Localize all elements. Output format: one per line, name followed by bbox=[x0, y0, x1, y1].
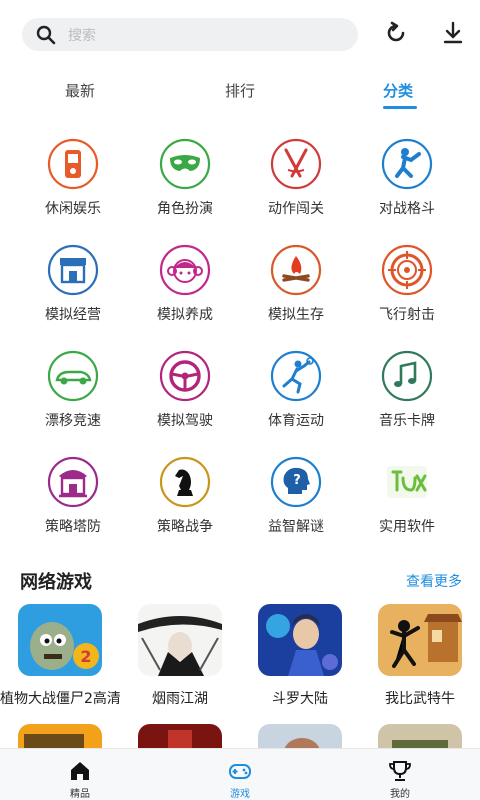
category-label: 动作闯关 bbox=[268, 201, 324, 217]
girl-face-icon bbox=[159, 244, 211, 296]
category-label: 体育运动 bbox=[268, 413, 324, 429]
category-label: 模拟养成 bbox=[157, 307, 213, 323]
game-thumbnail bbox=[258, 604, 342, 676]
tab-category[interactable]: 分类 bbox=[383, 80, 413, 101]
bottom-navigation: 精品 游戏 我的 bbox=[0, 748, 480, 800]
campfire-icon bbox=[270, 244, 322, 296]
category-casual[interactable]: 休闲娱乐 bbox=[18, 128, 128, 228]
category-label: 策略战争 bbox=[157, 519, 213, 535]
game-card[interactable]: 烟雨江湖 bbox=[120, 604, 240, 714]
tab-latest[interactable]: 最新 bbox=[65, 80, 95, 101]
category-label: 休闲娱乐 bbox=[45, 201, 101, 217]
category-label: 策略塔防 bbox=[45, 519, 101, 535]
game-name: 我比武特牛 bbox=[385, 691, 455, 707]
category-label: 飞行射击 bbox=[379, 307, 435, 323]
game-card[interactable]: 2 植物大战僵尸2高清版 bbox=[0, 604, 120, 714]
see-more-link[interactable]: 查看更多 bbox=[406, 571, 462, 591]
game-card[interactable]: 斗罗大陆 bbox=[240, 604, 360, 714]
category-survival-sim[interactable]: 模拟生存 bbox=[241, 234, 351, 334]
category-label: 实用软件 bbox=[379, 519, 435, 535]
category-strategy-war[interactable]: 策略战争 bbox=[130, 446, 240, 546]
category-racing[interactable]: 漂移竞速 bbox=[18, 340, 128, 440]
nav-games[interactable]: 游戏 bbox=[160, 749, 320, 800]
nav-label: 游戏 bbox=[230, 789, 250, 800]
svg-text:2: 2 bbox=[80, 647, 91, 666]
chess-knight-icon bbox=[159, 456, 211, 508]
search-icon bbox=[36, 25, 56, 44]
shop-icon bbox=[47, 244, 99, 296]
target-icon bbox=[381, 244, 433, 296]
race-car-icon bbox=[47, 350, 99, 402]
category-shooting[interactable]: 飞行射击 bbox=[352, 234, 462, 334]
category-label: 模拟经营 bbox=[45, 307, 101, 323]
castle-icon bbox=[47, 456, 99, 508]
handheld-console-icon bbox=[47, 138, 99, 190]
category-label: 角色扮演 bbox=[157, 201, 213, 217]
app-screen: 搜索 最新 排行 分类 休闲娱乐 角色扮演 动作闯关 对战格斗 模拟经营 模拟养… bbox=[0, 0, 480, 800]
category-utility[interactable]: 实用软件 bbox=[352, 446, 462, 546]
category-music-cards[interactable]: 音乐卡牌 bbox=[352, 340, 462, 440]
category-label: 益智解谜 bbox=[268, 519, 324, 535]
game-thumbnail bbox=[138, 604, 222, 676]
category-raising-sim[interactable]: 模拟养成 bbox=[130, 234, 240, 334]
category-puzzle[interactable]: ? 益智解谜 bbox=[241, 446, 351, 546]
top-bar: 搜索 bbox=[0, 0, 480, 70]
trophy-icon bbox=[389, 761, 411, 781]
category-driving-sim[interactable]: 模拟驾驶 bbox=[130, 340, 240, 440]
search-bar[interactable]: 搜索 bbox=[22, 18, 358, 51]
tab-ranking[interactable]: 排行 bbox=[225, 80, 255, 101]
category-label: 模拟驾驶 bbox=[157, 413, 213, 429]
game-thumbnail bbox=[378, 604, 462, 676]
game-card[interactable]: 我比武特牛 bbox=[360, 604, 480, 714]
game-name: 植物大战僵尸2高清版 bbox=[0, 691, 120, 707]
game-name: 烟雨江湖 bbox=[152, 691, 208, 707]
badminton-icon bbox=[270, 350, 322, 402]
search-input[interactable]: 搜索 bbox=[68, 25, 96, 45]
category-label: 漂移竞速 bbox=[45, 413, 101, 429]
game-thumbnail: 2 bbox=[18, 604, 102, 676]
category-tabs: 最新 排行 分类 bbox=[0, 74, 480, 114]
nav-label: 精品 bbox=[70, 789, 90, 800]
download-icon[interactable] bbox=[440, 20, 466, 46]
steering-wheel-icon bbox=[159, 350, 211, 402]
fighter-icon bbox=[381, 138, 433, 190]
gamepad-icon bbox=[229, 764, 251, 779]
section-title-online-games: 网络游戏 bbox=[20, 572, 92, 593]
category-fighting[interactable]: 对战格斗 bbox=[352, 128, 462, 228]
nav-mine[interactable]: 我的 bbox=[320, 749, 480, 800]
home-icon bbox=[71, 762, 89, 780]
game-name: 斗罗大陆 bbox=[272, 691, 328, 707]
category-label: 对战格斗 bbox=[379, 201, 435, 217]
category-action[interactable]: 动作闯关 bbox=[241, 128, 351, 228]
tab-active-indicator bbox=[383, 106, 417, 109]
tools-icon bbox=[387, 466, 427, 498]
refresh-icon[interactable] bbox=[383, 20, 409, 46]
nav-label: 我的 bbox=[390, 789, 410, 800]
crossed-swords-icon bbox=[270, 138, 322, 190]
category-business-sim[interactable]: 模拟经营 bbox=[18, 234, 128, 334]
category-label: 音乐卡牌 bbox=[379, 413, 435, 429]
category-sports[interactable]: 体育运动 bbox=[241, 340, 351, 440]
nav-featured[interactable]: 精品 bbox=[0, 749, 160, 800]
music-note-icon bbox=[381, 350, 433, 402]
puzzle-head-icon: ? bbox=[270, 456, 322, 508]
svg-text:?: ? bbox=[293, 473, 301, 488]
mask-icon bbox=[159, 138, 211, 190]
category-roleplay[interactable]: 角色扮演 bbox=[130, 128, 240, 228]
category-label: 模拟生存 bbox=[268, 307, 324, 323]
category-tower-defense[interactable]: 策略塔防 bbox=[18, 446, 128, 546]
